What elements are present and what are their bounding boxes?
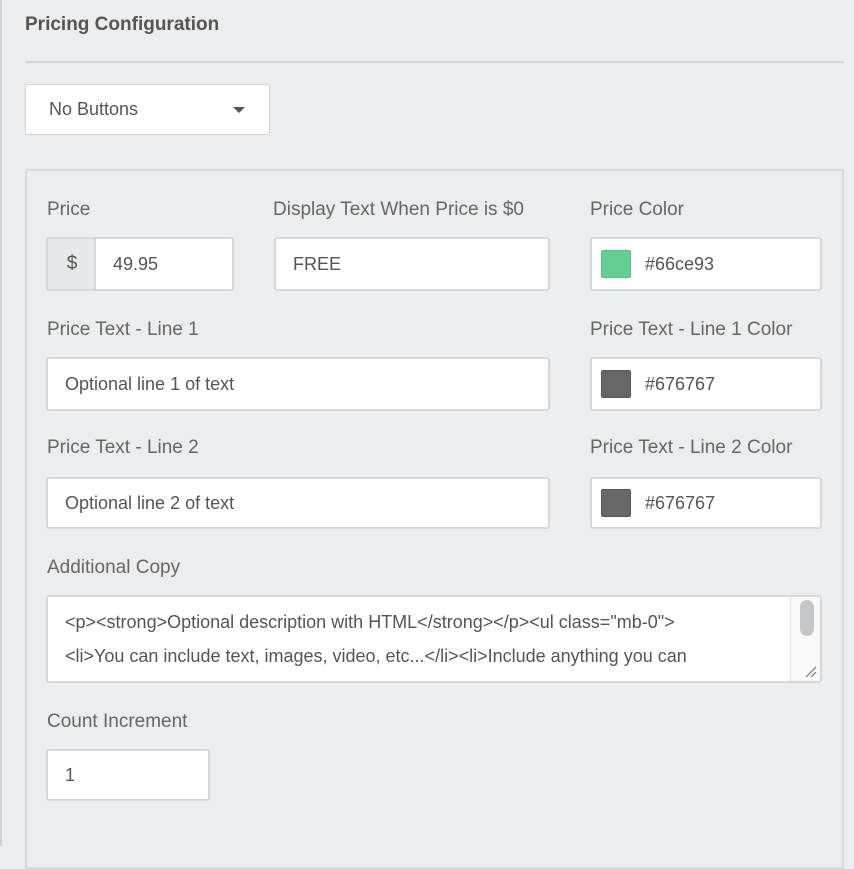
price-input[interactable]: 49.95 (94, 237, 234, 291)
price-color-swatch[interactable] (601, 250, 631, 278)
additional-copy-line-2: <li>You can include text, images, video,… (65, 646, 687, 666)
price-label: Price (47, 199, 91, 220)
additional-copy-line-1: <p><strong>Optional description with HTM… (65, 612, 675, 632)
price-line1-color-label: Price Text - Line 1 Color (590, 319, 793, 340)
price-line1-color-input[interactable]: #676767 (590, 357, 822, 411)
scrollbar-thumb[interactable] (800, 600, 814, 636)
price-line1-color-value: #676767 (645, 373, 716, 394)
line1-color-swatch[interactable] (601, 370, 631, 398)
price-line2-value: Optional line 2 of text (65, 492, 235, 513)
count-increment-label: Count Increment (47, 711, 188, 732)
price-line1-input[interactable]: Optional line 1 of text (46, 357, 550, 411)
price-line2-input[interactable]: Optional line 2 of text (46, 477, 550, 529)
price-line2-color-value: #676767 (645, 492, 716, 513)
left-border (0, 0, 2, 846)
dropdown-value: No Buttons (49, 99, 139, 119)
additional-copy-label: Additional Copy (47, 557, 181, 578)
price-line2-color-input[interactable]: #676767 (590, 477, 822, 529)
price-value: 49.95 (113, 253, 159, 274)
resize-grip-icon[interactable] (805, 666, 817, 678)
price-color-input[interactable]: #66ce93 (590, 237, 822, 291)
zero-price-text-input[interactable]: FREE (274, 237, 550, 291)
price-color-value: #66ce93 (645, 253, 715, 274)
caret-down-icon (233, 107, 245, 113)
price-color-label: Price Color (590, 199, 684, 220)
currency-addon: $ (46, 237, 96, 291)
section-title: Pricing Configuration (25, 14, 220, 35)
count-increment-value: 1 (65, 764, 76, 785)
price-line2-label: Price Text - Line 2 (47, 437, 199, 458)
zero-price-text-label: Display Text When Price is $0 (273, 199, 524, 220)
line2-color-swatch[interactable] (601, 489, 631, 517)
additional-copy-textarea[interactable]: <p><strong>Optional description with HTM… (46, 595, 822, 683)
zero-price-text-value: FREE (293, 253, 342, 274)
header-divider (25, 61, 844, 63)
price-line1-value: Optional line 1 of text (65, 373, 235, 394)
count-increment-input[interactable]: 1 (46, 749, 210, 801)
button-style-dropdown[interactable]: No Buttons (25, 84, 270, 135)
price-line1-label: Price Text - Line 1 (47, 319, 199, 340)
price-line2-color-label: Price Text - Line 2 Color (590, 437, 793, 458)
